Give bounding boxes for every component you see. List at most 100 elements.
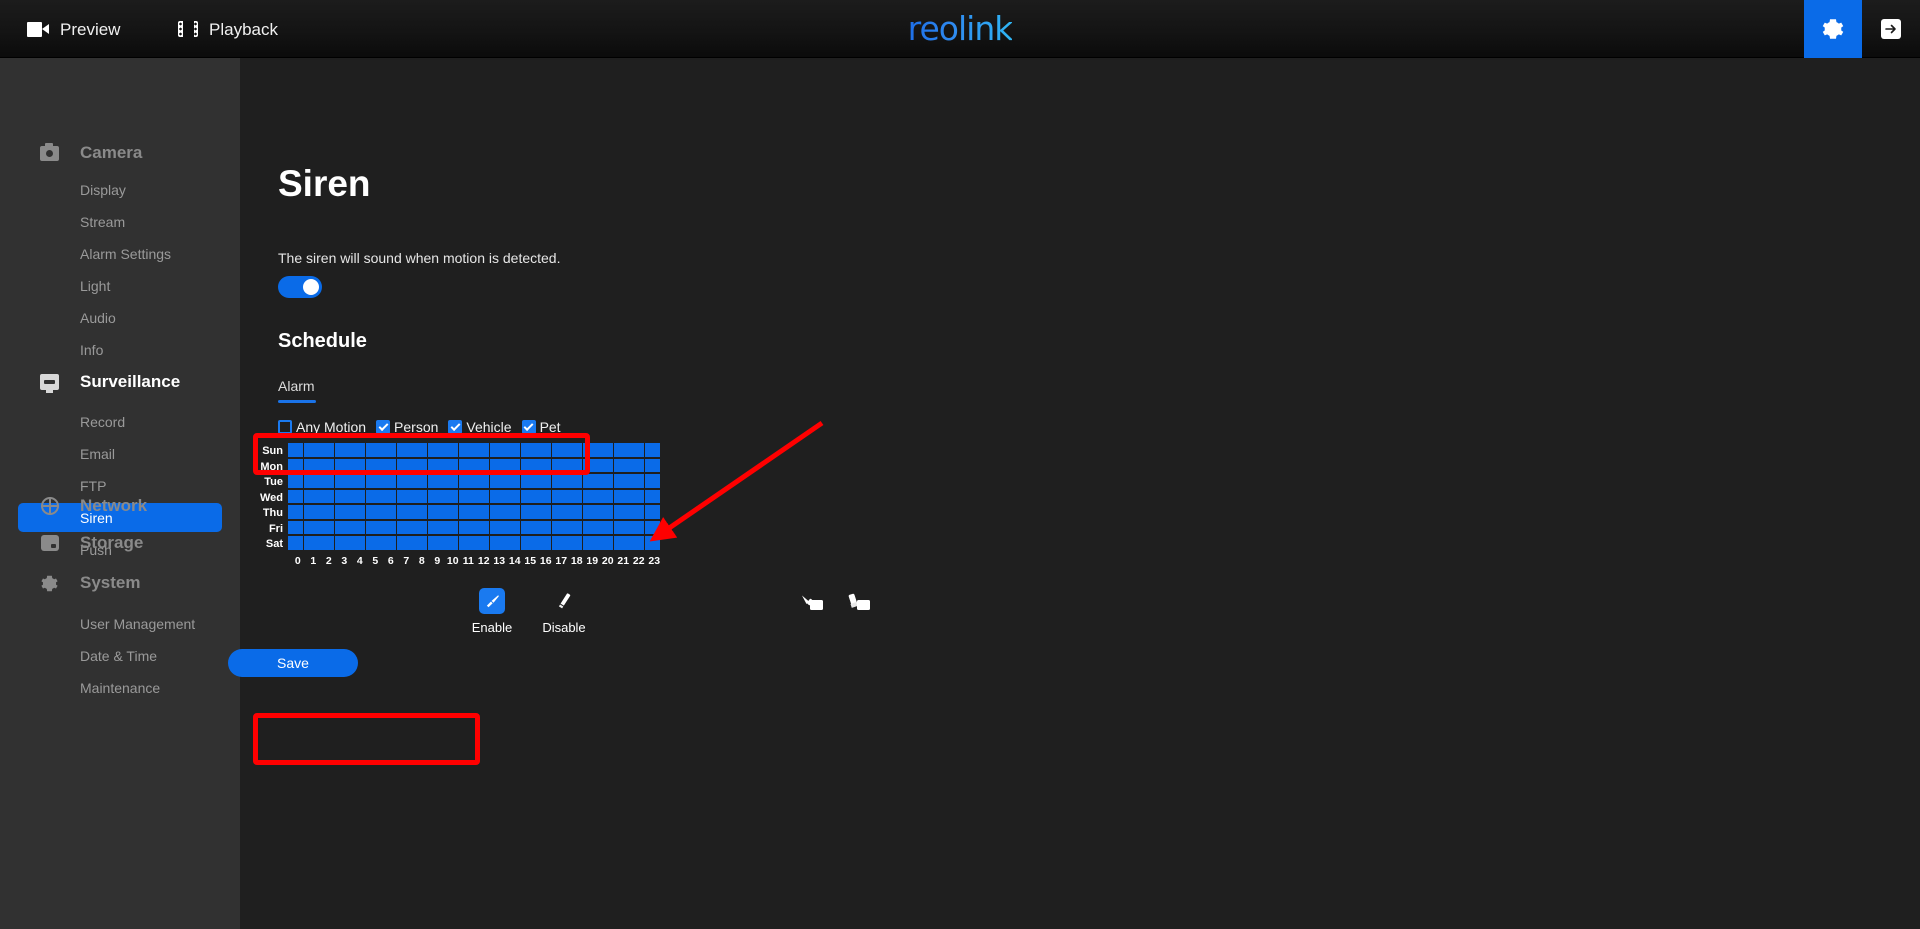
schedule-cell[interactable]	[567, 489, 582, 503]
schedule-cell[interactable]	[412, 536, 427, 550]
schedule-cell[interactable]	[536, 489, 551, 503]
schedule-cell[interactable]	[551, 505, 567, 519]
schedule-cell[interactable]	[567, 458, 582, 472]
schedule-cell[interactable]	[412, 505, 427, 519]
schedule-cell[interactable]	[381, 474, 396, 488]
schedule-cell[interactable]	[350, 489, 365, 503]
schedule-cell[interactable]	[412, 458, 427, 472]
schedule-cell[interactable]	[551, 458, 567, 472]
schedule-cell[interactable]	[613, 474, 629, 488]
schedule-cell[interactable]	[536, 520, 551, 534]
schedule-cell[interactable]	[303, 474, 319, 488]
logout-button[interactable]	[1862, 0, 1920, 58]
schedule-cell[interactable]	[365, 520, 381, 534]
schedule-cell[interactable]	[427, 474, 443, 488]
schedule-cell[interactable]	[334, 536, 350, 550]
schedule-cell[interactable]	[567, 474, 582, 488]
schedule-cell[interactable]	[489, 505, 505, 519]
schedule-cell[interactable]	[319, 474, 334, 488]
schedule-cell[interactable]	[443, 505, 458, 519]
schedule-cell[interactable]	[365, 489, 381, 503]
siren-enable-toggle[interactable]	[278, 276, 322, 298]
schedule-cell[interactable]	[520, 520, 536, 534]
schedule-cell[interactable]	[458, 520, 474, 534]
sidebar-item-info[interactable]: Info	[18, 335, 222, 364]
checkbox-vehicle[interactable]: Vehicle	[448, 419, 512, 435]
schedule-cell[interactable]	[598, 474, 613, 488]
schedule-cell[interactable]	[536, 505, 551, 519]
schedule-cell[interactable]	[443, 489, 458, 503]
schedule-cell[interactable]	[489, 474, 505, 488]
schedule-cell[interactable]	[489, 443, 505, 457]
schedule-grid[interactable]: Sun Mon Tue Wed Thu Fri Sat 0 1 2 3 4 5 6 7 8 9 10 11 12 13…	[252, 443, 662, 567]
schedule-cell[interactable]	[505, 458, 520, 472]
schedule-cell[interactable]	[520, 458, 536, 472]
schedule-cell[interactable]	[412, 443, 427, 457]
schedule-cell[interactable]	[474, 536, 489, 550]
schedule-cell[interactable]	[582, 536, 598, 550]
schedule-cell-row[interactable]	[288, 443, 660, 459]
schedule-cell[interactable]	[412, 520, 427, 534]
schedule-cell[interactable]	[629, 536, 644, 550]
schedule-cell[interactable]	[381, 536, 396, 550]
schedule-cell[interactable]	[396, 520, 412, 534]
schedule-cell[interactable]	[629, 474, 644, 488]
schedule-cell[interactable]	[334, 505, 350, 519]
schedule-cell[interactable]	[582, 520, 598, 534]
schedule-cell[interactable]	[458, 474, 474, 488]
schedule-cell[interactable]	[536, 536, 551, 550]
schedule-cell[interactable]	[644, 505, 660, 519]
sidebar-group-camera[interactable]: Camera	[0, 136, 240, 170]
schedule-cell[interactable]	[474, 458, 489, 472]
schedule-cells[interactable]	[288, 443, 660, 553]
schedule-cell[interactable]	[582, 443, 598, 457]
sidebar-item-alarm-settings[interactable]: Alarm Settings	[18, 239, 222, 268]
schedule-cell[interactable]	[582, 474, 598, 488]
sidebar-item-date-time[interactable]: Date & Time	[18, 641, 222, 670]
schedule-cell[interactable]	[443, 443, 458, 457]
sidebar-item-light[interactable]: Light	[18, 271, 222, 300]
schedule-cell[interactable]	[365, 443, 381, 457]
schedule-cell[interactable]	[319, 489, 334, 503]
schedule-cell[interactable]	[613, 458, 629, 472]
schedule-cell[interactable]	[489, 520, 505, 534]
schedule-cell[interactable]	[520, 505, 536, 519]
schedule-cell[interactable]	[644, 489, 660, 503]
schedule-cell[interactable]	[505, 505, 520, 519]
schedule-cell[interactable]	[489, 536, 505, 550]
checkbox-any-motion[interactable]: Any Motion	[278, 419, 366, 435]
schedule-cell[interactable]	[520, 489, 536, 503]
schedule-cell[interactable]	[396, 443, 412, 457]
schedule-cell[interactable]	[613, 443, 629, 457]
schedule-cell[interactable]	[551, 443, 567, 457]
schedule-cell[interactable]	[458, 458, 474, 472]
schedule-cell[interactable]	[396, 536, 412, 550]
schedule-cell[interactable]	[629, 489, 644, 503]
schedule-cell[interactable]	[427, 520, 443, 534]
schedule-cell[interactable]	[629, 443, 644, 457]
save-button[interactable]: Save	[228, 649, 358, 677]
schedule-cell[interactable]	[288, 458, 303, 472]
schedule-cell[interactable]	[598, 505, 613, 519]
schedule-cell[interactable]	[551, 520, 567, 534]
sidebar-item-stream[interactable]: Stream	[18, 207, 222, 236]
sidebar-item-record[interactable]: Record	[18, 407, 222, 436]
schedule-cell[interactable]	[319, 458, 334, 472]
schedule-cell[interactable]	[381, 505, 396, 519]
schedule-cell[interactable]	[350, 474, 365, 488]
schedule-cell[interactable]	[582, 458, 598, 472]
schedule-cell[interactable]	[303, 520, 319, 534]
schedule-cell[interactable]	[303, 443, 319, 457]
schedule-cell[interactable]	[458, 536, 474, 550]
schedule-cell[interactable]	[505, 536, 520, 550]
schedule-cell[interactable]	[443, 536, 458, 550]
schedule-cell[interactable]	[288, 505, 303, 519]
schedule-cell[interactable]	[350, 443, 365, 457]
schedule-cell[interactable]	[536, 443, 551, 457]
schedule-cell[interactable]	[629, 520, 644, 534]
schedule-cell[interactable]	[303, 458, 319, 472]
schedule-cell[interactable]	[505, 474, 520, 488]
schedule-cell[interactable]	[458, 489, 474, 503]
schedule-cell[interactable]	[489, 489, 505, 503]
checkbox-pet[interactable]: Pet	[521, 419, 561, 435]
